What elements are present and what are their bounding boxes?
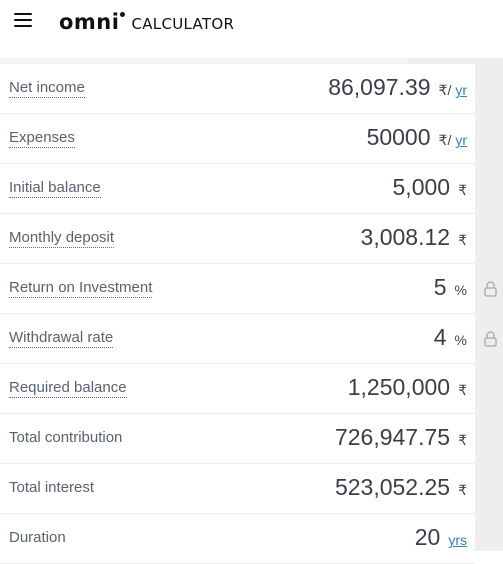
calculator-row: Net income 86,097.39 ₹/yr (0, 64, 475, 114)
calculator-row: Total interest 523,052.25 ₹ (0, 464, 475, 514)
unit-symbol: % (454, 332, 467, 348)
calculator-row: Duration 20 yrs (0, 514, 475, 564)
field-value-input[interactable]: 5,000 (393, 174, 451, 201)
unit-symbol: ₹ (458, 382, 467, 398)
calculator-row: Total contribution 726,947.75 ₹ (0, 414, 475, 464)
field-value-input[interactable]: 4 (434, 324, 447, 351)
unit-symbol: ₹ (458, 182, 467, 198)
value-group: 20 yrs (415, 524, 467, 551)
calculator-row: Withdrawal rate 4% (0, 314, 475, 364)
calculator-row: Expenses 50000 ₹/yr (0, 114, 475, 164)
site-header: omni CALCULATOR (0, 0, 503, 59)
value-group: 5% (434, 274, 467, 301)
field-label[interactable]: Expenses (9, 129, 75, 148)
unit-symbol: ₹ (458, 432, 467, 448)
field-value-input[interactable]: 523,052.25 (335, 474, 450, 501)
lock-icon[interactable] (484, 281, 497, 297)
unit-selector-link[interactable]: yr (455, 82, 467, 98)
field-label[interactable]: Withdrawal rate (9, 329, 114, 348)
field-label[interactable]: Initial balance (9, 179, 101, 198)
hamburger-bar (14, 24, 32, 27)
unit-symbol: ₹ (458, 232, 467, 248)
omni-logo[interactable]: omni CALCULATOR (59, 10, 234, 34)
field-label[interactable]: Net income (9, 79, 85, 98)
hamburger-menu-icon[interactable] (14, 13, 32, 27)
field-label[interactable]: Required balance (9, 379, 127, 398)
field-value-input[interactable]: 86,097.39 (328, 74, 430, 101)
field-value-input[interactable]: 1,250,000 (348, 374, 450, 401)
value-group: 4% (434, 324, 467, 351)
field-value-input[interactable]: 5 (434, 274, 447, 301)
field-value-input[interactable]: 726,947.75 (335, 424, 450, 451)
calculator-row: Monthly deposit 3,008.12 ₹ (0, 214, 475, 264)
unit-symbol: ₹ (458, 482, 467, 498)
calculator-row: Required balance 1,250,000 ₹ (0, 364, 475, 414)
unit-symbol: ₹/ (438, 82, 452, 98)
calculator-row: Initial balance 5,000 ₹ (0, 164, 475, 214)
unit-selector-link[interactable]: yrs (448, 532, 467, 548)
field-label: Total interest (9, 479, 95, 496)
field-label[interactable]: Monthly deposit (9, 229, 115, 248)
value-group: 726,947.75 ₹ (335, 424, 467, 451)
calculator-panel: Net income 86,097.39 ₹/yr Expenses 50000 ₹/yr… (0, 64, 475, 564)
field-label: Duration (9, 529, 66, 546)
value-group: 50000 ₹/yr (367, 124, 467, 151)
value-group: 5,000 ₹ (393, 174, 467, 201)
logo-dot-icon (120, 12, 126, 17)
field-value-input[interactable]: 20 (415, 524, 441, 551)
calculator-row: Return on Investment 5% (0, 264, 475, 314)
unit-symbol: % (454, 282, 467, 298)
field-value-input[interactable]: 50000 (367, 124, 431, 151)
unit-selector-link[interactable]: yr (455, 132, 467, 148)
hamburger-bar (14, 13, 32, 16)
hamburger-bar (14, 18, 32, 22)
logo-product: CALCULATOR (131, 15, 235, 33)
value-group: 523,052.25 ₹ (335, 474, 467, 501)
value-group: 86,097.39 ₹/yr (328, 74, 467, 101)
field-value-input[interactable]: 3,008.12 (361, 224, 451, 251)
unit-symbol: ₹/ (438, 132, 452, 148)
field-label: Total contribution (9, 429, 123, 446)
value-group: 1,250,000 ₹ (348, 374, 467, 401)
logo-brand: omni (59, 10, 120, 34)
value-group: 3,008.12 ₹ (361, 224, 467, 251)
lock-icon[interactable] (484, 331, 497, 347)
field-label[interactable]: Return on Investment (9, 279, 153, 298)
